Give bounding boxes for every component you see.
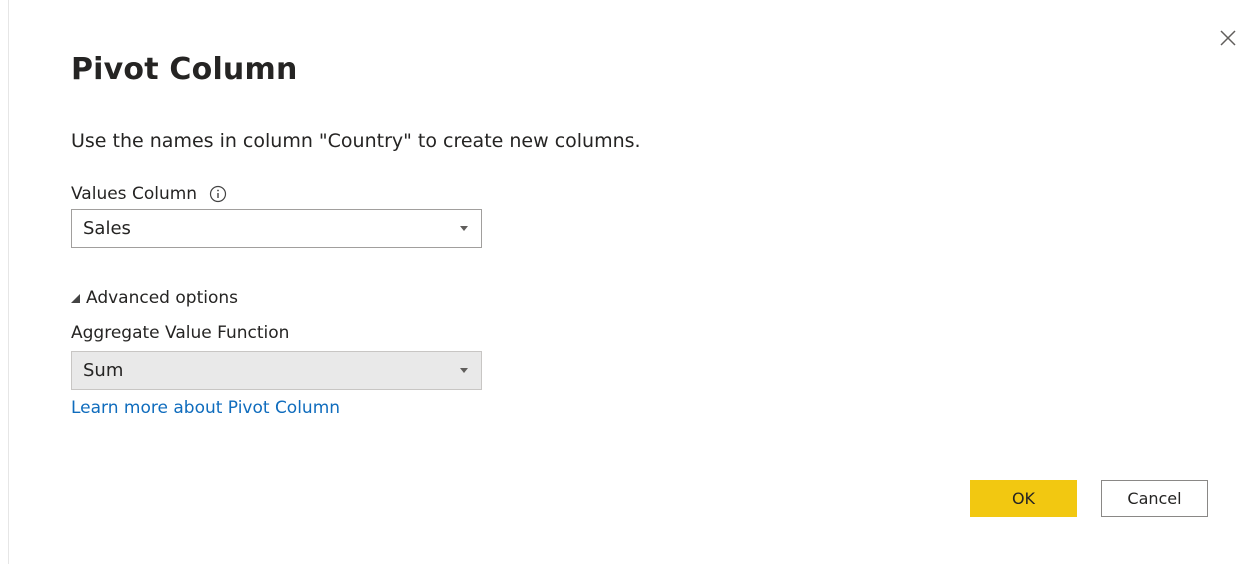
advanced-options-toggle[interactable]: Advanced options: [71, 288, 238, 308]
chevron-down-icon: [460, 368, 468, 373]
aggregate-function-select[interactable]: Sum: [71, 351, 482, 390]
advanced-options-label: Advanced options: [86, 288, 238, 308]
dialog-title: Pivot Column: [71, 52, 298, 87]
values-column-select[interactable]: Sales: [71, 209, 482, 248]
values-column-label-row: Values Column: [71, 184, 227, 204]
values-column-label: Values Column: [71, 184, 198, 204]
pivot-column-dialog: Pivot Column Use the names in column "Co…: [0, 0, 1249, 564]
close-icon: [1220, 30, 1236, 46]
cancel-button[interactable]: Cancel: [1101, 480, 1208, 517]
learn-more-link[interactable]: Learn more about Pivot Column: [71, 398, 340, 418]
info-icon[interactable]: [209, 185, 227, 203]
dialog-description: Use the names in column "Country" to cre…: [71, 130, 641, 152]
ok-button[interactable]: OK: [970, 480, 1077, 517]
expanded-triangle-icon: [71, 293, 80, 303]
aggregate-function-selected-value: Sum: [83, 360, 124, 381]
chevron-down-icon: [460, 226, 468, 231]
aggregate-function-label: Aggregate Value Function: [71, 323, 290, 343]
close-button[interactable]: [1216, 26, 1240, 50]
values-column-selected-value: Sales: [83, 218, 131, 239]
background-window-edge: [8, 0, 9, 564]
